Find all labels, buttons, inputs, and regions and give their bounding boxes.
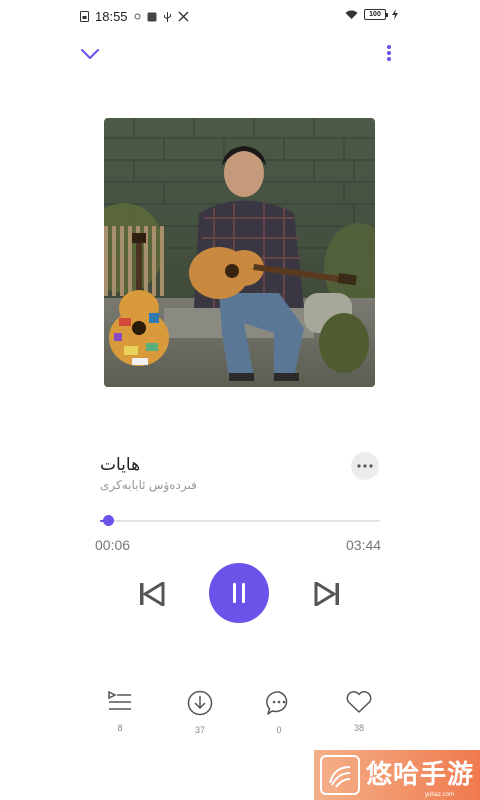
chevron-down-icon xyxy=(81,49,99,59)
skip-next-icon xyxy=(314,582,339,606)
song-more-button[interactable] xyxy=(351,452,379,480)
comment-icon xyxy=(266,691,288,715)
playlist-count: 8 xyxy=(117,723,123,733)
comments-count: 0 xyxy=(276,725,282,735)
battery-icon: 100 xyxy=(364,9,388,20)
wifi-icon xyxy=(345,10,358,20)
heart-icon xyxy=(346,691,372,713)
album-art xyxy=(104,118,375,387)
status-right: 100 xyxy=(345,9,398,20)
download-action[interactable]: 37 xyxy=(180,690,220,735)
playlist-icon xyxy=(108,690,131,710)
previous-button[interactable] xyxy=(136,578,168,610)
vertical-dots-icon xyxy=(387,45,391,61)
pause-icon xyxy=(233,583,245,603)
status-bar: 18:55 100 xyxy=(0,0,480,34)
song-title: ھايات xyxy=(100,455,141,474)
pause-button[interactable] xyxy=(209,563,269,623)
skip-previous-icon xyxy=(140,582,165,606)
playlist-action[interactable]: 8 xyxy=(100,690,140,733)
more-options-button[interactable] xyxy=(378,40,400,66)
watermark-logo-icon xyxy=(320,755,360,795)
album-cover-image xyxy=(104,118,375,387)
sim-icon xyxy=(80,11,89,22)
watermark: 悠哈手游 yuhaz.com xyxy=(314,750,480,800)
watermark-brand: 悠哈手游 xyxy=(366,760,475,790)
progress-track xyxy=(100,520,380,522)
progress-knob[interactable] xyxy=(102,515,114,526)
next-button[interactable] xyxy=(311,578,343,610)
likes-count: 38 xyxy=(353,723,364,733)
dot-icon xyxy=(134,13,141,20)
song-artist: فىردەۋس ئابابەكرى xyxy=(100,478,197,492)
charging-icon xyxy=(392,9,398,20)
download-icon xyxy=(187,690,213,716)
tools-icon xyxy=(178,11,189,22)
progress-slider[interactable] xyxy=(100,513,380,529)
time-elapsed: 00:06 xyxy=(95,537,131,553)
like-action[interactable]: 38 xyxy=(339,690,379,733)
usb-icon xyxy=(163,11,172,23)
horizontal-dots-icon xyxy=(357,464,373,468)
status-left: 18:55 xyxy=(80,9,189,24)
collapse-button[interactable] xyxy=(76,42,104,66)
download-count: 37 xyxy=(194,725,205,735)
status-time: 18:55 xyxy=(95,9,128,24)
time-total: 03:44 xyxy=(346,537,382,553)
notification-icon xyxy=(147,12,157,22)
comments-action[interactable]: 0 xyxy=(259,690,299,735)
watermark-url: yuhaz.com xyxy=(424,792,454,798)
